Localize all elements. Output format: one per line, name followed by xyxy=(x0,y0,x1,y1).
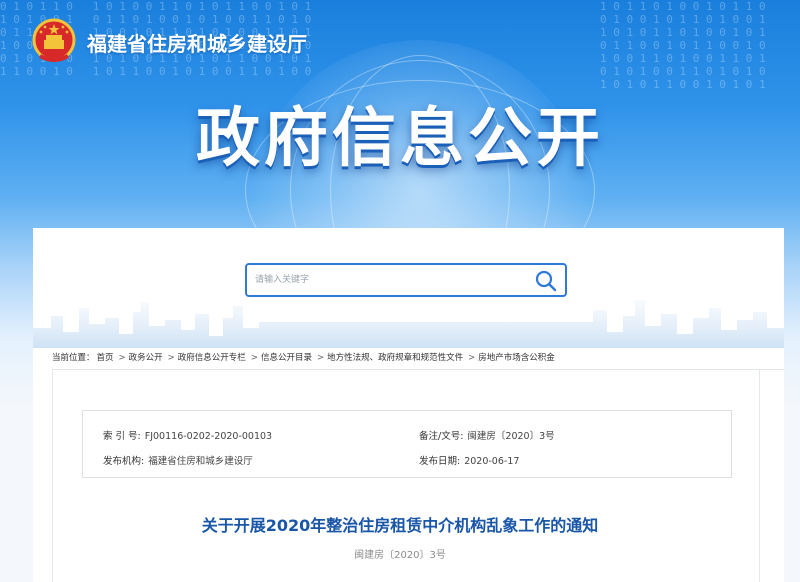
meta-index-label: 索 引 号: xyxy=(103,431,141,442)
document-title: 关于开展2020年整治住房租赁中介机构乱象工作的通知 xyxy=(201,516,599,535)
meta-doc-no-value: 闽建房〔2020〕3号 xyxy=(467,431,555,442)
meta-index-value: FJ00116-0202-2020-00103 xyxy=(144,431,273,442)
breadcrumb-separator: > xyxy=(468,353,476,363)
org-name[interactable]: 福建省住房和城乡建设厅 xyxy=(87,28,307,57)
breadcrumb-item-real-estate[interactable]: 房地产市场含公积金 xyxy=(478,353,555,363)
search-box[interactable] xyxy=(245,263,567,297)
meta-publisher: 发布机构: 福建省住房和城乡建设厅 xyxy=(103,453,253,467)
document-meta-box: 索 引 号: FJ00116-0202-2020-00103 备注/文号: 闽建房〔… xyxy=(82,410,732,478)
national-emblem-icon xyxy=(32,18,76,62)
breadcrumb-item-home[interactable]: 首页 xyxy=(97,353,114,363)
breadcrumb-item-regulations[interactable]: 地方性法规、政府规章和规范性文件 xyxy=(327,353,463,363)
meta-publisher-label: 发布机构: xyxy=(103,456,145,467)
meta-publisher-value: 福建省住房和城乡建设厅 xyxy=(148,456,253,467)
meta-index: 索 引 号: FJ00116-0202-2020-00103 xyxy=(103,428,272,442)
search-input[interactable] xyxy=(255,265,525,295)
breadcrumb-separator: > xyxy=(250,353,258,363)
meta-date-label: 发布日期: xyxy=(419,456,461,467)
page-title: 政府信息公开 xyxy=(196,102,604,176)
background-digits: 1 0 1 1 0 1 0 0 1 0 1 1 0 0 1 0 0 1 0 1 … xyxy=(600,0,766,91)
breadcrumb-separator: > xyxy=(118,353,126,363)
breadcrumb-item-catalog[interactable]: 信息公开目录 xyxy=(261,353,312,363)
city-skyline-graphic xyxy=(33,300,784,348)
breadcrumb-prefix: 当前位置： xyxy=(52,353,95,363)
breadcrumb-separator: > xyxy=(316,353,325,363)
meta-doc-no-label: 备注/文号: xyxy=(419,431,464,442)
breadcrumb-item-public-affairs[interactable]: 政务公开 xyxy=(129,353,163,363)
meta-doc-no: 备注/文号: 闽建房〔2020〕3号 xyxy=(419,428,555,442)
meta-date: 发布日期: 2020-06-17 xyxy=(419,453,519,467)
breadcrumb-separator: > xyxy=(167,353,175,363)
meta-date-value: 2020-06-17 xyxy=(464,456,520,467)
breadcrumb: 当前位置： 首页 > 政务公开 > 政府信息公开专栏 > 信息公开目录 > 地方性法规、政府规章和… xyxy=(52,351,557,363)
breadcrumb-item-info-column[interactable]: 政府信息公开专栏 xyxy=(178,353,246,363)
document-number: 闽建房〔2020〕3号 xyxy=(354,550,446,561)
search-icon[interactable] xyxy=(533,269,559,293)
